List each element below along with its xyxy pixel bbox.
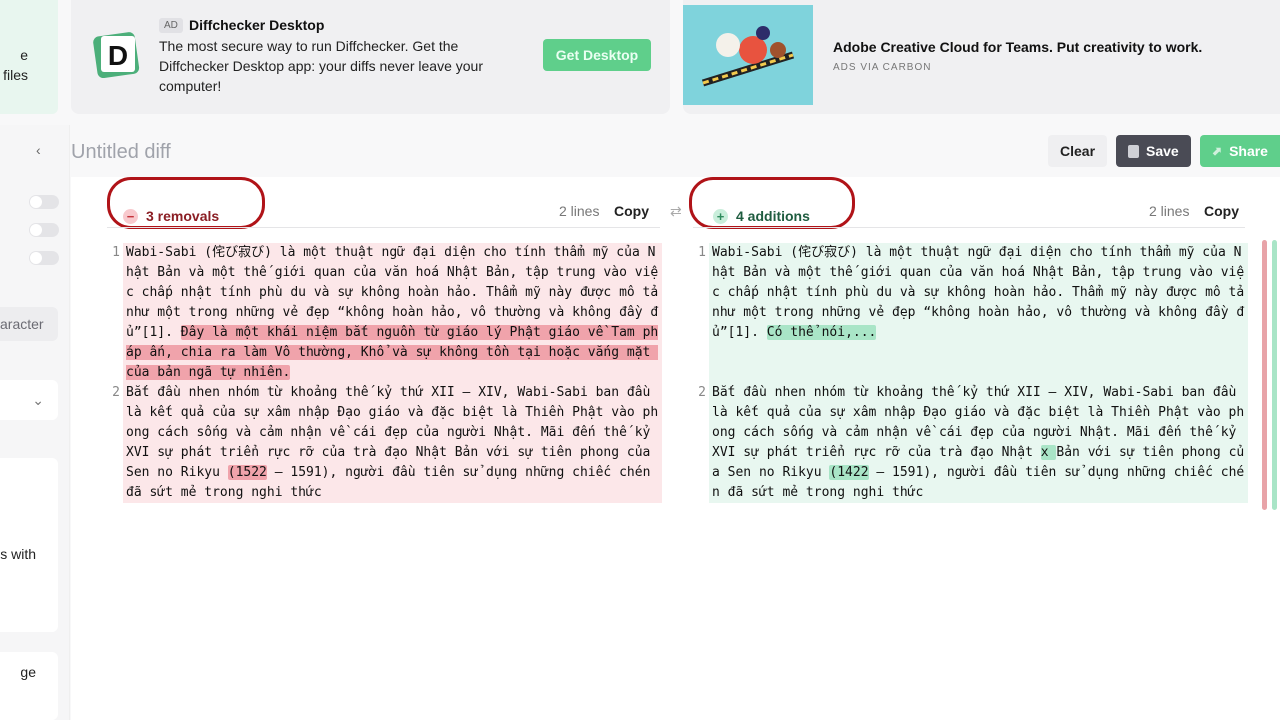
svg-text:D: D xyxy=(108,40,128,71)
line-text: Bắt đầu nhen nhóm từ khoảng thế kỷ thứ X… xyxy=(709,383,1248,503)
line-text: Bắt đầu nhen nhóm từ khoảng thế kỷ thứ X… xyxy=(123,383,662,503)
added-text: (1422 xyxy=(829,465,869,480)
divider xyxy=(693,227,1245,228)
left-pane[interactable]: 1 Wabi-Sabi (侘び寂び) là một thuật ngữ đại d… xyxy=(104,243,662,503)
ad-title: Adobe Creative Cloud for Teams. Put crea… xyxy=(833,39,1203,55)
dropdown[interactable]: ⌄ xyxy=(0,380,58,420)
right-pane[interactable]: 1 Wabi-Sabi (侘び寂び) là một thuật ngữ đại d… xyxy=(690,243,1248,503)
promo-card[interactable]: e files xyxy=(0,0,58,114)
diff-line: 2 Bắt đầu nhen nhóm từ khoảng thế kỷ thứ … xyxy=(104,383,662,503)
promo-text: e xyxy=(20,47,28,63)
clear-label: Clear xyxy=(1060,143,1096,159)
right-line-count: 2 lines xyxy=(1149,203,1190,219)
get-desktop-button[interactable]: Get Desktop xyxy=(543,39,651,71)
divider xyxy=(107,227,660,228)
scrollbar-added[interactable] xyxy=(1272,240,1277,510)
save-label: Save xyxy=(1146,143,1179,159)
card-text: ge xyxy=(20,664,36,680)
diff-title[interactable]: Untitled diff xyxy=(71,141,171,164)
toggle-3[interactable] xyxy=(29,251,59,265)
ad-illustration xyxy=(683,5,813,105)
toggle-2[interactable] xyxy=(29,223,59,237)
line-number: 1 xyxy=(112,245,120,260)
share-label: Share xyxy=(1229,143,1268,159)
ad-title: Diffchecker Desktop xyxy=(189,17,325,33)
annotation-circle xyxy=(107,177,265,229)
removed-text: Đây là một khái niệm bắt nguồn từ giáo l… xyxy=(126,325,659,380)
ad-description: The most secure way to run Diffchecker. … xyxy=(159,38,483,94)
save-button[interactable]: Save xyxy=(1116,135,1191,167)
chevron-down-icon: ⌄ xyxy=(32,392,44,408)
line-text: Wabi-Sabi (侘び寂び) là một thuật ngữ đại di… xyxy=(709,243,1248,383)
copy-left-button[interactable]: Copy xyxy=(614,203,649,229)
diff-line: 2 Bắt đầu nhen nhóm từ khoảng thế kỷ thứ … xyxy=(690,383,1248,503)
left-line-count: 2 lines xyxy=(559,203,600,219)
diffchecker-desktop-ad: D AD Diffchecker Desktop The most secure… xyxy=(71,0,670,114)
scrollbar-removed[interactable] xyxy=(1262,240,1267,510)
line-number: 1 xyxy=(698,245,706,260)
line-number: 2 xyxy=(698,385,706,400)
diff-line: 1 Wabi-Sabi (侘び寂び) là một thuật ngữ đại d… xyxy=(690,243,1248,383)
sidebar-card[interactable]: ge xyxy=(0,652,58,720)
added-text: Có thể nói,... xyxy=(766,325,877,340)
ad-attribution: ADS VIA CARBON xyxy=(833,62,932,73)
added-text: x xyxy=(1040,445,1057,460)
promo-text: files xyxy=(3,67,28,83)
save-icon xyxy=(1128,144,1139,158)
line-number: 2 xyxy=(112,385,120,400)
sidebar-card[interactable]: s with xyxy=(0,458,58,632)
diff-view: −3 removals 2 lines Copy ⇄ +4 additions … xyxy=(71,177,1280,720)
toggle-1[interactable] xyxy=(29,195,59,209)
carbon-ad[interactable]: Adobe Creative Cloud for Teams. Put crea… xyxy=(683,0,1280,114)
annotation-circle xyxy=(689,177,855,229)
copy-right-button[interactable]: Copy xyxy=(1204,203,1239,229)
share-icon: ⬈ xyxy=(1212,144,1223,158)
ad-badge: AD xyxy=(159,18,183,33)
removed-text: (1522 xyxy=(227,465,267,480)
diff-line: 1 Wabi-Sabi (侘び寂び) là một thuật ngữ đại d… xyxy=(104,243,662,383)
clear-button[interactable]: Clear xyxy=(1048,135,1108,167)
character-option[interactable]: aracter xyxy=(0,307,58,341)
collapse-sidebar-icon[interactable]: ‹ xyxy=(36,142,41,158)
diffchecker-logo-icon: D xyxy=(93,32,140,78)
card-text: s with xyxy=(0,546,36,562)
swap-icon[interactable]: ⇄ xyxy=(670,203,682,229)
line-text: Wabi-Sabi (侘び寂び) là một thuật ngữ đại di… xyxy=(123,243,662,383)
share-button[interactable]: ⬈ Share xyxy=(1200,135,1280,167)
